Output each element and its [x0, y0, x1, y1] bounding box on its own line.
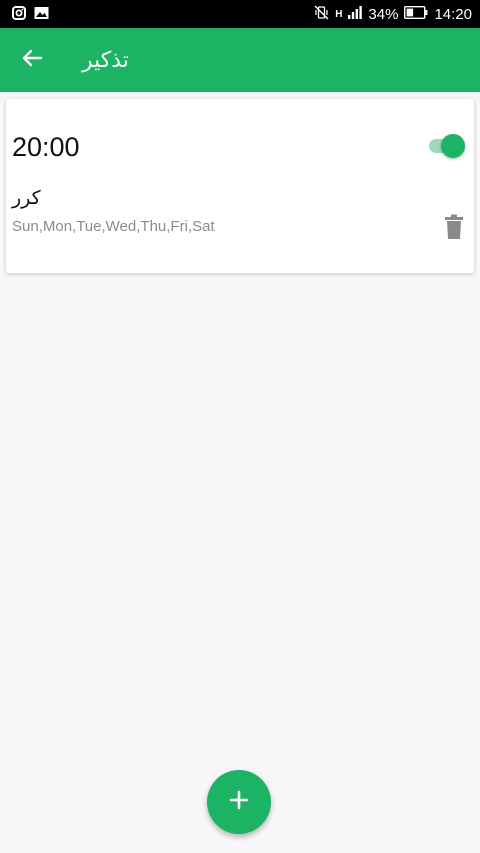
status-bar-left-icons — [12, 6, 49, 25]
mute-vibrate-icon — [314, 5, 329, 24]
plus-icon — [229, 790, 249, 815]
instagram-icon — [12, 6, 26, 25]
reminder-label: كرر — [12, 188, 41, 209]
back-button[interactable] — [14, 42, 50, 78]
image-icon — [34, 6, 49, 25]
network-type: H — [335, 8, 343, 20]
page-title: تذكير — [82, 47, 129, 72]
status-bar: H 34% 14:20 — [0, 0, 480, 28]
battery-percent: 34% — [368, 5, 399, 23]
reminder-card[interactable]: 20:00 كرر Sun,Mon,Tue,Wed,Thu,Fri,Sat — [6, 99, 474, 273]
app-bar: تذكير — [0, 28, 480, 92]
toggle-thumb — [441, 134, 465, 158]
signal-icon — [348, 5, 363, 23]
reminder-time[interactable]: 20:00 — [12, 130, 80, 164]
add-reminder-button[interactable] — [207, 770, 271, 834]
status-bar-right: H 34% 14:20 — [314, 0, 472, 28]
reminder-enabled-toggle[interactable] — [427, 133, 465, 159]
reminder-repeat-days: Sun,Mon,Tue,Wed,Thu,Fri,Sat — [12, 218, 215, 235]
arrow-left-icon — [21, 47, 43, 74]
trash-icon — [442, 214, 466, 244]
delete-reminder-button[interactable] — [442, 214, 466, 240]
status-time: 14:20 — [434, 5, 472, 23]
battery-icon — [404, 5, 428, 23]
